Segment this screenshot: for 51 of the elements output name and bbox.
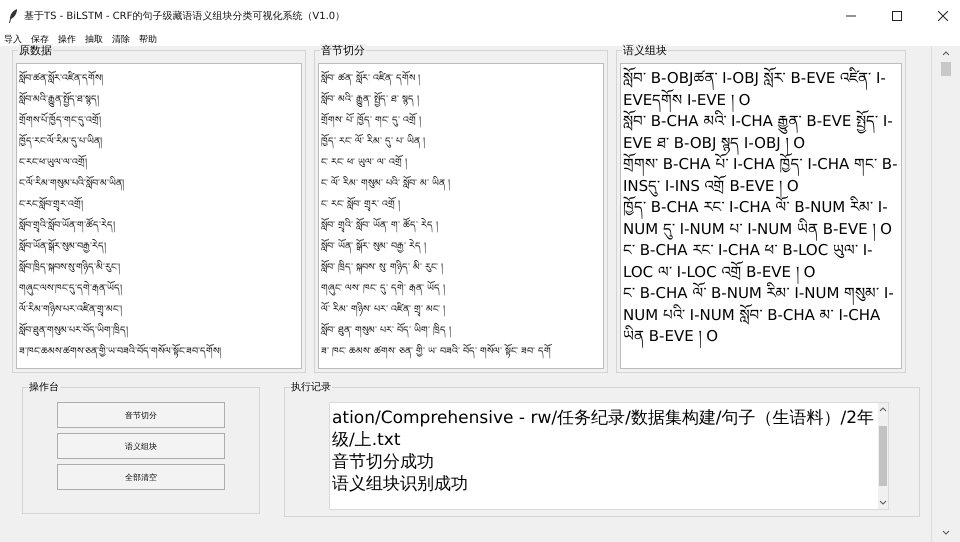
text-line: ང་ རང་ སློབ་ གྲྭར་ འགྲོ ། (321, 194, 601, 215)
text-line: ཟ་ཁང་ཆམས་ཚགས་ཅན་གྱི་ཡ་བཟའི་བོད་གསོལ་སྟོང་ཟབ་དགོས། (19, 341, 299, 362)
text-line: ཁྱོད་ རང་ ལོ་ རིམ་ དུ་ པ་ ཡིན ། (321, 131, 601, 152)
menu-item[interactable]: 保存 (31, 32, 49, 46)
log-line: 语义组块识别成功 (332, 473, 469, 495)
text-line: སློབ་ཐུན་གསུམ་པར་བོད་ཡིག་ཁྲིད། (19, 320, 299, 341)
text-line: ལོ་ རིམ་ གཉིས་ པར་ འཛིན་ གྲྭ་ མང་ ། (321, 299, 601, 320)
log-area[interactable]: ation/Comprehensive - rw/任务纪录/数据集构建/句子（生语料）/2年级/上.txt 音节切分成功 语义组块识别成功 (329, 402, 889, 510)
text-line: སློབ་ ཁྲིད་ སྐབས་ སུ་ གཉིད་ མི་ རུང་ ། (321, 257, 601, 278)
text-line: སློབ་ཡོན་སྒོར་སུམ་བརྒྱ་རེད། (19, 236, 299, 257)
menu-item[interactable]: 清除 (112, 32, 130, 46)
text-line: སློབ་ཁྲིད་སྐབས་སུ་གཉིད་མི་རུང་། (19, 257, 299, 278)
text-line: སློབ་ཚན་སློར་འཛིན་དགོས། (19, 68, 299, 89)
text-line: ང་རང་སློབ་གྲྭར་འགྲོ། (19, 194, 299, 215)
log-line: ation/Comprehensive - rw/任务纪录/数据集构建/句子（生语料）/2年级/上.txt (332, 407, 876, 451)
text-line: ང་ ལོ་ རིམ་ གསུམ་ པའི་ སློབ་ མ་ ཡིན ། (321, 173, 601, 194)
log-line: 音节切分成功 (332, 451, 435, 473)
menu-item[interactable]: 操作 (58, 32, 76, 46)
menu-item[interactable]: 导入 (4, 32, 22, 46)
text-line: ང་ B-CHA ལོ་ B-NUM རིམ་ I-NUM གསུམ་ I-NUM པའི་ I-NUM སློབ་ B-CHA མ་ I-CHA ཡིན B-EVE ། O (623, 283, 899, 348)
text-line: གྲོགས་ B-CHA པོ་ I-CHA ཁྱོད་ I-CHA གང་ B-INSདུ་ I-INS འགྲོ B-EVE ། O (623, 154, 899, 197)
text-line: སློབ་ ཡོན་ སྒོར་ སུམ་ བརྒྱ་ རེད ། (321, 236, 601, 257)
text-line: ལོ་རིམ་གཉིས་པར་འཛིན་གྲྭ་མང་། (19, 299, 299, 320)
text-line: གྲོགས་ པོ་ ཁྱོད་ གང་ དུ་ འགྲོ ། (321, 110, 601, 131)
text-line: སློབ་ B-CHA མའི་ I-CHA རྒྱུན་ B-EVE སྤྱོད་ I-EVE ཐ་ B-OBJ སྙད I-OBJ ། O (623, 111, 899, 154)
text-line: སློབ་ B-OBJཚན་ I-OBJ སློར་ B-EVE འཛིན་ I-EVEདགོས I-EVE ། O (623, 68, 899, 111)
text-line: སློབ་ ཚན་ སློར་ འཛིན་ དགོས ། (321, 68, 601, 89)
text-line: ང་ རང་ ཕ་ ཡུལ་ ལ་ འགྲོ ། (321, 152, 601, 173)
action-button[interactable]: 全部清空 (57, 464, 225, 490)
text-line: སློབ་གྲྭའི་སློབ་ཡོན་ག་ཚོད་རེད། (19, 215, 299, 236)
text-line: ང་ B-CHA རང་ I-CHA ཕ་ B-LOC ཡུལ་ I-LOC ལ་ I-LOC འགྲོ B-EVE ། O (623, 240, 899, 283)
panel-title: 原数据 (18, 44, 53, 58)
text-line: གཞུང་ལས་ཁང་དུ་དགེ་རྒན་ཡོད། (19, 278, 299, 299)
menu-item[interactable]: 抽取 (85, 32, 103, 46)
text-line: ང་ལོ་རིམ་གསུམ་པའི་སློབ་མ་ཡིན། (19, 173, 299, 194)
text-line: སློབ་ གྲྭའི་ སློབ་ ཡོན་ ག་ ཚོད་ རེད ། (321, 215, 601, 236)
text-line: ཟ་ ཁང་ ཆམས་ ཚགས་ ཅན་ གྱི་ ཡ་ བཟའི་ བོད་ གསོལ་ སྟོང་ ཟབ་ དགོ (321, 341, 601, 362)
text-line: ང་རང་ཕ་ཡུལ་ལ་འགྲོ། (19, 152, 299, 173)
window-title: 基于TS - BiLSTM - CRF的句子级藏语语义组块分类可视化系统（V1.0） (24, 10, 346, 23)
action-button[interactable]: 音节切分 (57, 402, 225, 428)
text-line: སློབ་ མའི་ རྒྱུན་ སྤྱོད་ ཐ་ སྙད ། (321, 89, 601, 110)
text-line: ཁྱོད་རང་ལོ་རིམ་དུ་པ་ཡིན། (19, 131, 299, 152)
text-line: སློབ་ ཐུན་ གསུམ་ པར་ བོད་ ཡིག་ ཁྲིད ། (321, 320, 601, 341)
action-button[interactable]: 语义组块 (57, 433, 225, 459)
text-line: གྲོགས་པོ་ཁྱོད་གང་དུ་འགྲོ། (19, 110, 299, 131)
text-line: ཁྱོད་ B-CHA རང་ I-CHA ལོ་ B-NUM རིམ་ I-NUM དུ་ I-NUM པ་ I-NUM ཡིན B-EVE ། O (623, 197, 899, 240)
text-line: སློབ་མའི་རྒྱུན་སྤྱོད་ཐ་སྙད། (19, 89, 299, 110)
menu-item[interactable]: 帮助 (139, 32, 157, 46)
panel-title: 语义组块 (622, 44, 668, 58)
panel-title: 音节切分 (320, 44, 366, 58)
text-line: གཞུང་ ལས་ ཁང་ དུ་ དགེ་ རྒན་ ཡོད ། (321, 278, 601, 299)
